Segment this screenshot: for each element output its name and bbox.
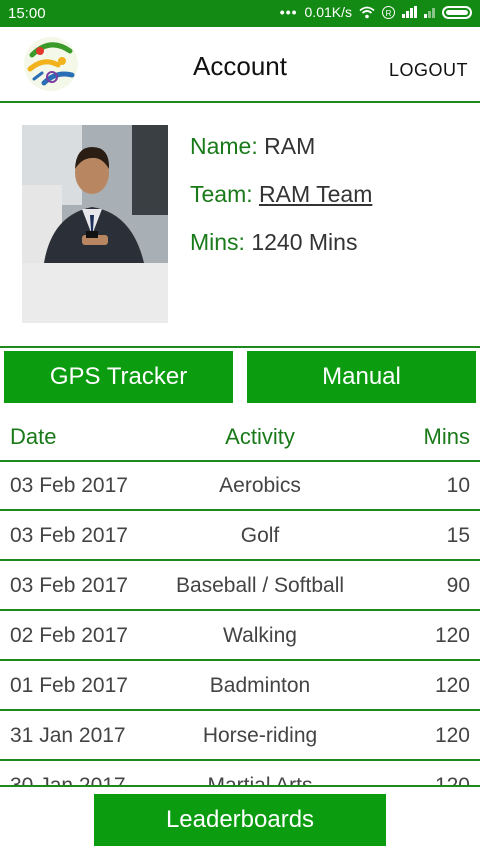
row-mins: 120 (434, 674, 470, 697)
profile-team-row: Team: RAM Team (190, 181, 372, 208)
status-time: 15:00 (8, 5, 46, 22)
table-row[interactable]: 03 Feb 2017 Aerobics 10 (0, 461, 480, 511)
profile-info: Name: RAM Team: RAM Team Mins: 1240 Mins (190, 133, 372, 277)
row-date: 31 Jan 2017 (10, 724, 126, 747)
mins-value: 1240 Mins (251, 229, 358, 255)
table-row[interactable]: 02 Feb 2017 Walking 120 (0, 611, 480, 661)
row-activity: Walking (223, 624, 297, 647)
row-mins: 120 (434, 624, 470, 647)
row-activity: Baseball / Softball (175, 574, 345, 597)
manual-button[interactable]: Manual (247, 351, 476, 403)
status-bar: 15:00 ••• 0.01K/s R (0, 0, 480, 27)
signal-icon (402, 6, 417, 18)
team-label: Team: (190, 181, 253, 207)
row-mins: 120 (434, 724, 470, 747)
profile-name-row: Name: RAM (190, 133, 372, 160)
mins-label: Mins: (190, 229, 245, 255)
table-row[interactable]: 03 Feb 2017 Golf 15 (0, 511, 480, 561)
team-link[interactable]: RAM Team (259, 181, 372, 207)
row-mins: 90 (446, 574, 470, 597)
profile-mins-row: Mins: 1240 Mins (190, 229, 372, 256)
name-value: RAM (264, 133, 316, 159)
activity-list[interactable]: 03 Feb 2017 Aerobics 10 03 Feb 2017 Golf… (0, 461, 480, 785)
row-date: 03 Feb 2017 (10, 574, 128, 597)
row-mins: 120 (435, 774, 470, 785)
bottom-divider (0, 785, 480, 787)
signal-icon-2 (424, 6, 435, 18)
row-date: 30 Jan 2017 (10, 774, 126, 785)
row-activity: Horse-riding (202, 724, 318, 747)
row-date: 03 Feb 2017 (10, 474, 128, 497)
row-date: 01 Feb 2017 (10, 674, 128, 697)
header-activity: Activity (225, 424, 295, 449)
more-dots-icon: ••• (279, 4, 298, 20)
profile-photo-frame (22, 125, 168, 323)
table-row[interactable]: 30 Jan 2017 Martial Arts 120 (0, 761, 480, 785)
table-row[interactable]: 31 Jan 2017 Horse-riding 120 (0, 711, 480, 761)
profile-section: Name: RAM Team: RAM Team Mins: 1240 Mins (0, 103, 480, 348)
row-mins: 15 (446, 524, 470, 547)
row-date: 02 Feb 2017 (10, 624, 128, 647)
wifi-icon (359, 6, 375, 18)
row-activity: Martial Arts (130, 774, 390, 785)
leaderboards-button[interactable]: Leaderboards (94, 794, 386, 846)
row-date: 03 Feb 2017 (10, 524, 128, 547)
row-activity: Golf (240, 524, 280, 547)
network-speed: 0.01K/s (304, 4, 352, 20)
table-row[interactable]: 01 Feb 2017 Badminton 120 (0, 661, 480, 711)
logout-button[interactable]: LOGOUT (389, 60, 468, 81)
gps-tracker-button[interactable]: GPS Tracker (4, 351, 233, 403)
header-mins: Mins (423, 424, 470, 449)
table-row[interactable]: 03 Feb 2017 Baseball / Softball 90 (0, 561, 480, 611)
header-date: Date (10, 424, 57, 449)
app-header: Account LOGOUT (0, 27, 480, 103)
activity-table-header: Date Activity Mins (0, 412, 480, 462)
row-activity: Badminton (209, 674, 311, 697)
name-label: Name: (190, 133, 258, 159)
row-activity: Aerobics (219, 474, 301, 497)
registered-icon: R (382, 5, 395, 19)
profile-photo[interactable] (22, 125, 168, 263)
status-icons: ••• 0.01K/s R (280, 4, 472, 20)
battery-icon (442, 5, 472, 19)
row-mins: 10 (446, 474, 470, 497)
